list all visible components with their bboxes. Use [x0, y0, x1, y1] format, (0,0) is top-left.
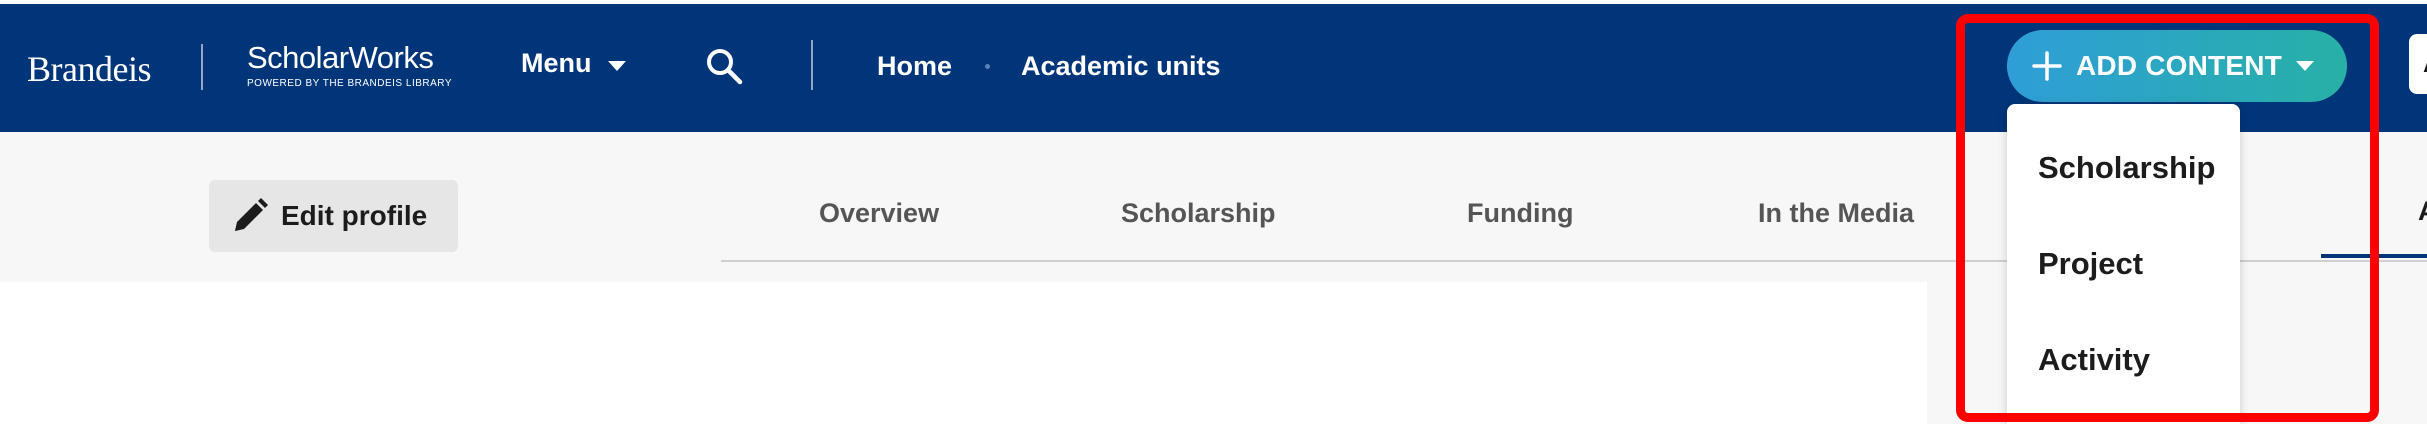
- active-tab-indicator: [2321, 254, 2427, 258]
- add-content-button[interactable]: ADD CONTENT: [2007, 30, 2347, 102]
- add-content-label: ADD CONTENT: [2076, 50, 2282, 81]
- search-icon[interactable]: [704, 46, 744, 86]
- logo-divider: [201, 44, 203, 90]
- scholarworks-logo[interactable]: ScholarWorks POWERED BY THE BRANDEIS LIB…: [247, 40, 452, 89]
- chevron-down-icon: [2295, 61, 2314, 71]
- breadcrumb-separator: [985, 64, 990, 69]
- brandeis-logo[interactable]: Brandeis: [27, 48, 151, 90]
- menu-item-activity[interactable]: Activity: [2038, 342, 2150, 378]
- edit-profile-label: Edit profile: [281, 200, 428, 231]
- scholarworks-tagline: POWERED BY THE BRANDEIS LIBRARY: [247, 78, 452, 89]
- menu-button[interactable]: Menu: [521, 48, 626, 79]
- menu-item-project[interactable]: Project: [2038, 246, 2143, 282]
- tab-overview[interactable]: Overview: [819, 198, 939, 229]
- menu-label: Menu: [521, 48, 592, 78]
- pencil-icon: [235, 198, 268, 231]
- chevron-down-icon: [607, 60, 626, 71]
- nav-divider: [811, 40, 813, 90]
- tab-funding[interactable]: Funding: [1467, 198, 1573, 229]
- edit-profile-button[interactable]: Edit profile: [209, 180, 458, 252]
- add-content-dropdown: Scholarship Project Activity: [2007, 104, 2240, 424]
- menu-item-scholarship[interactable]: Scholarship: [2038, 150, 2215, 186]
- breadcrumb-academic-units[interactable]: Academic units: [1021, 51, 1221, 82]
- content-area: [30, 283, 1927, 424]
- tab-scholarship[interactable]: Scholarship: [1121, 198, 1276, 229]
- scholarworks-name: ScholarWorks: [247, 40, 434, 75]
- user-menu-button[interactable]: A: [2409, 34, 2427, 94]
- tab-active-partial[interactable]: A: [2418, 196, 2427, 227]
- tab-in-the-media[interactable]: In the Media: [1758, 198, 1914, 229]
- plus-icon: [2032, 51, 2062, 81]
- breadcrumb-home[interactable]: Home: [877, 51, 952, 82]
